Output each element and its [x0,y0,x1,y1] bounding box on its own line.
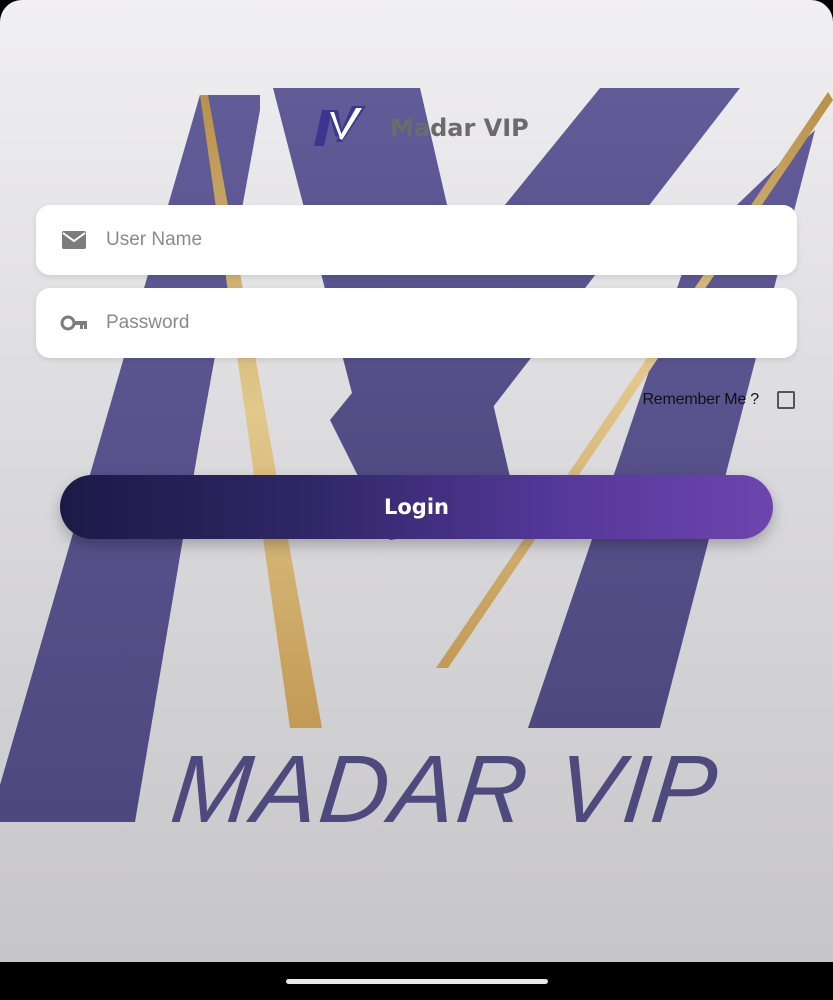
password-input[interactable] [106,288,766,358]
password-field[interactable] [36,288,797,358]
mail-icon [62,231,86,249]
system-nav-bar [0,962,833,1000]
remember-me-label: Remember Me ? [642,391,759,408]
remember-me-checkbox[interactable] [777,391,795,409]
username-input[interactable] [106,205,766,275]
app-header: Madar VIP [0,96,833,156]
login-button[interactable]: Login [60,475,773,539]
app-title: Madar VIP [390,114,529,142]
login-screen: Madar VIP Remember Me ? Login MADAR VIP [0,0,833,962]
login-button-label: Login [384,495,449,519]
brand-wordmark: MADAR VIP [166,736,724,843]
home-indicator[interactable] [286,979,548,984]
username-field[interactable] [36,205,797,275]
key-icon [60,315,87,331]
remember-me-row: Remember Me ? [642,388,795,412]
app-logo-icon [314,106,366,146]
